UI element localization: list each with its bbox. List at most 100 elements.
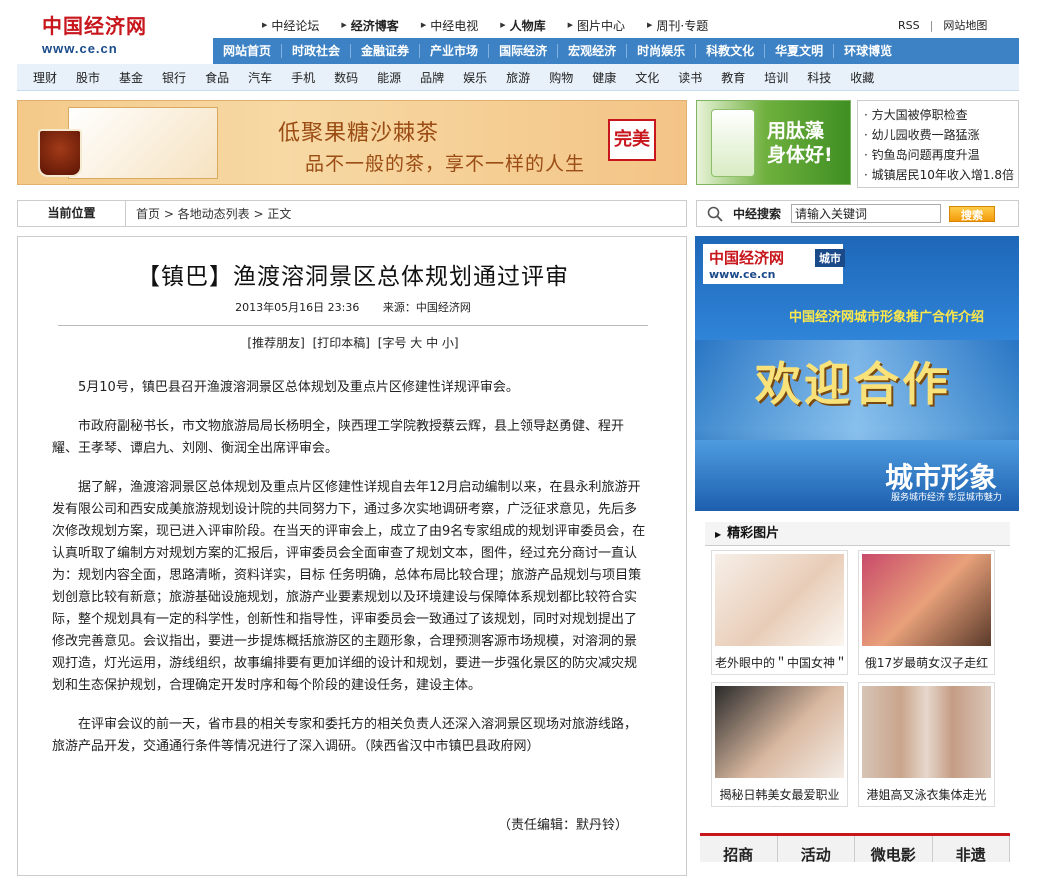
search-icon xyxy=(707,206,723,222)
breadcrumb-label: 当前位置 xyxy=(18,201,126,226)
tea-ad-banner[interactable]: 低聚果糖沙棘茶 品不一般的茶，享不一样的人生 完美 xyxy=(17,100,687,185)
picture-caption: 港姐高叉泳衣集体走光 xyxy=(866,788,987,802)
nav-item[interactable]: 时政社会 xyxy=(282,44,352,58)
thumbnail-image xyxy=(862,554,991,646)
channel-link[interactable]: 基金 xyxy=(119,69,143,86)
paragraph: 5月10号，镇巴县召开渔渡溶洞景区总体规划及重点片区修建性详规评审会。 xyxy=(78,380,519,395)
channel-link[interactable]: 文化 xyxy=(635,69,659,86)
headline-list: · 方大国被停职检查 · 幼儿园收费一路猛涨 · 钓鱼岛问题再度升温 · 城镇居… xyxy=(857,100,1019,188)
nav-item[interactable]: 宏观经济 xyxy=(558,44,628,58)
paragraph: 市政府副秘书长，市文物旅游局局长杨明全，陕西理工学院教授蔡云辉，县上领导赵勇健、… xyxy=(52,419,625,456)
perfect-logo: 完美 xyxy=(608,119,656,161)
site-logo[interactable]: 中国经济网 www.ce.cn xyxy=(42,10,162,56)
list-item[interactable]: · 方大国被停职检查 xyxy=(864,105,1018,125)
editor-credit: （责任编辑：默丹铃） xyxy=(498,818,629,833)
channel-link[interactable]: 银行 xyxy=(162,69,186,86)
toplink-blog[interactable]: ▶ 经济博客 xyxy=(341,16,398,34)
tea-box-image xyxy=(68,107,218,179)
channel-link[interactable]: 科技 xyxy=(807,69,831,86)
triangle-right-icon: ▶ xyxy=(715,530,722,539)
tab-events[interactable]: 活动 xyxy=(778,836,855,864)
channel-link[interactable]: 收藏 xyxy=(850,69,874,86)
channel-link[interactable]: 培训 xyxy=(764,69,788,86)
recommend-link[interactable]: [推荐朋友] xyxy=(247,336,304,350)
print-link[interactable]: [打印本稿] xyxy=(313,336,370,350)
ad-slogan: 品不一般的茶，享不一样的人生 xyxy=(305,153,586,175)
sitemap-link[interactable]: 网站地图 xyxy=(943,19,987,32)
picture-card[interactable]: 揭秘日韩美女最爱职业 xyxy=(711,682,848,807)
ad-subtitle: 中国经济网城市形象推广合作介绍 xyxy=(789,310,985,325)
channel-link[interactable]: 理财 xyxy=(33,69,57,86)
city-promo-ad[interactable]: 中国经济网 www.ce.cn 城市 中国经济网城市形象推广合作介绍 欢迎合作 … xyxy=(695,236,1019,511)
product-can-image xyxy=(711,109,755,177)
list-item-label: 幼儿园收费一路猛涨 xyxy=(871,128,980,142)
toplink-people[interactable]: ▶ 人物库 xyxy=(500,16,545,34)
paragraph: 在评审会议的前一天，省市县的相关专家和委托方的相关负责人还深入溶洞景区现场对旅游… xyxy=(52,717,638,754)
nav-item[interactable]: 华夏文明 xyxy=(765,44,835,58)
article-source: 来源：中国经济网 xyxy=(382,301,471,314)
search-button[interactable]: 搜索 xyxy=(949,205,996,222)
article-panel: 【镇巴】渔渡溶洞景区总体规划通过评审 2013年05月16日 23:36 来源：… xyxy=(17,236,687,876)
channel-link[interactable]: 娱乐 xyxy=(463,69,487,86)
toplink-tv[interactable]: ▶ 中经电视 xyxy=(421,16,478,34)
toplink-pictures[interactable]: ▶ 图片中心 xyxy=(568,16,625,34)
nav-item[interactable]: 产业市场 xyxy=(420,44,490,58)
triangle-right-icon: ▶ xyxy=(647,21,653,29)
font-size-control[interactable]: [字号 大 中 小] xyxy=(378,336,459,350)
channel-link[interactable]: 数码 xyxy=(334,69,358,86)
picture-card[interactable]: 俄17岁最萌女汉子走红 xyxy=(858,550,995,675)
peptide-ad-banner[interactable]: 用肽藻 身体好! xyxy=(696,100,851,185)
tab-microfilm[interactable]: 微电影 xyxy=(855,836,933,864)
toplink-label: 中经论坛 xyxy=(271,18,320,33)
picture-card[interactable]: 港姐高叉泳衣集体走光 xyxy=(858,682,995,807)
triangle-right-icon: ▶ xyxy=(567,21,574,29)
nav-item[interactable]: 金融证券 xyxy=(351,44,421,58)
ad-city-tag: 城市 xyxy=(815,249,845,267)
list-item-label: 方大国被停职检查 xyxy=(871,108,968,122)
picture-caption: 揭秘日韩美女最爱职业 xyxy=(719,788,840,802)
article-date: 2013年05月16日 23:36 xyxy=(235,301,360,314)
channel-link[interactable]: 手机 xyxy=(291,69,315,86)
channel-nav: 理财 股市 基金 银行 食品 汽车 手机 数码 能源 品牌 娱乐 旅游 购物 健… xyxy=(17,64,1019,91)
breadcrumb-path[interactable]: 首页 > 各地动态列表 > 正文 xyxy=(126,205,291,222)
logo-cn-text: 中国经济网 xyxy=(42,14,147,38)
list-item[interactable]: · 幼儿园收费一路猛涨 xyxy=(864,125,1018,145)
channel-link[interactable]: 股市 xyxy=(76,69,100,86)
picture-card[interactable]: 老外眼中的＂中国女神＂ xyxy=(711,550,848,675)
search-bar: 中经搜索 搜索 xyxy=(696,200,1019,227)
channel-link[interactable]: 品牌 xyxy=(420,69,444,86)
tab-invest[interactable]: 招商 xyxy=(700,836,778,864)
channel-link[interactable]: 健康 xyxy=(592,69,616,86)
channel-link[interactable]: 旅游 xyxy=(506,69,530,86)
nav-item[interactable]: 科教文化 xyxy=(696,44,766,58)
toplink-label: 图片中心 xyxy=(577,18,626,33)
thumbnail-image xyxy=(862,686,991,778)
section-heading-label: 精彩图片 xyxy=(727,526,780,541)
toplink-forum[interactable]: ▶ 中经论坛 xyxy=(262,16,319,34)
channel-link[interactable]: 能源 xyxy=(377,69,401,86)
channel-link[interactable]: 购物 xyxy=(549,69,573,86)
ad-line: 用肽藻 xyxy=(767,120,825,142)
search-input[interactable] xyxy=(791,204,942,223)
rss-link[interactable]: RSS xyxy=(898,19,920,32)
channel-link[interactable]: 教育 xyxy=(721,69,745,86)
channel-link[interactable]: 读书 xyxy=(678,69,702,86)
nav-item[interactable]: 时尚娱乐 xyxy=(627,44,697,58)
search-label: 中经搜索 xyxy=(733,207,782,221)
list-item[interactable]: · 城镇居民10年收入增1.8倍 xyxy=(864,165,1018,185)
nav-item[interactable]: 环球博览 xyxy=(834,44,902,58)
tea-cup-image xyxy=(38,129,82,177)
toplink-weekly[interactable]: ▶ 周刊·专题 xyxy=(647,16,708,34)
triangle-right-icon: ▶ xyxy=(420,21,427,29)
ad-logo-en: www.ce.cn xyxy=(709,268,776,281)
tab-heritage[interactable]: 非遗 xyxy=(933,836,1010,864)
nav-item[interactable]: 网站首页 xyxy=(213,44,283,58)
nav-item[interactable]: 国际经济 xyxy=(489,44,559,58)
toplink-label: 中经电视 xyxy=(430,18,479,33)
separator: | xyxy=(929,19,934,32)
article-tools: [推荐朋友] [打印本稿] [字号 大 中 小] xyxy=(18,334,688,351)
channel-link[interactable]: 食品 xyxy=(205,69,229,86)
list-item[interactable]: · 钓鱼岛问题再度升温 xyxy=(864,145,1018,165)
channel-link[interactable]: 汽车 xyxy=(248,69,272,86)
picture-caption: 老外眼中的＂中国女神＂ xyxy=(715,656,848,670)
